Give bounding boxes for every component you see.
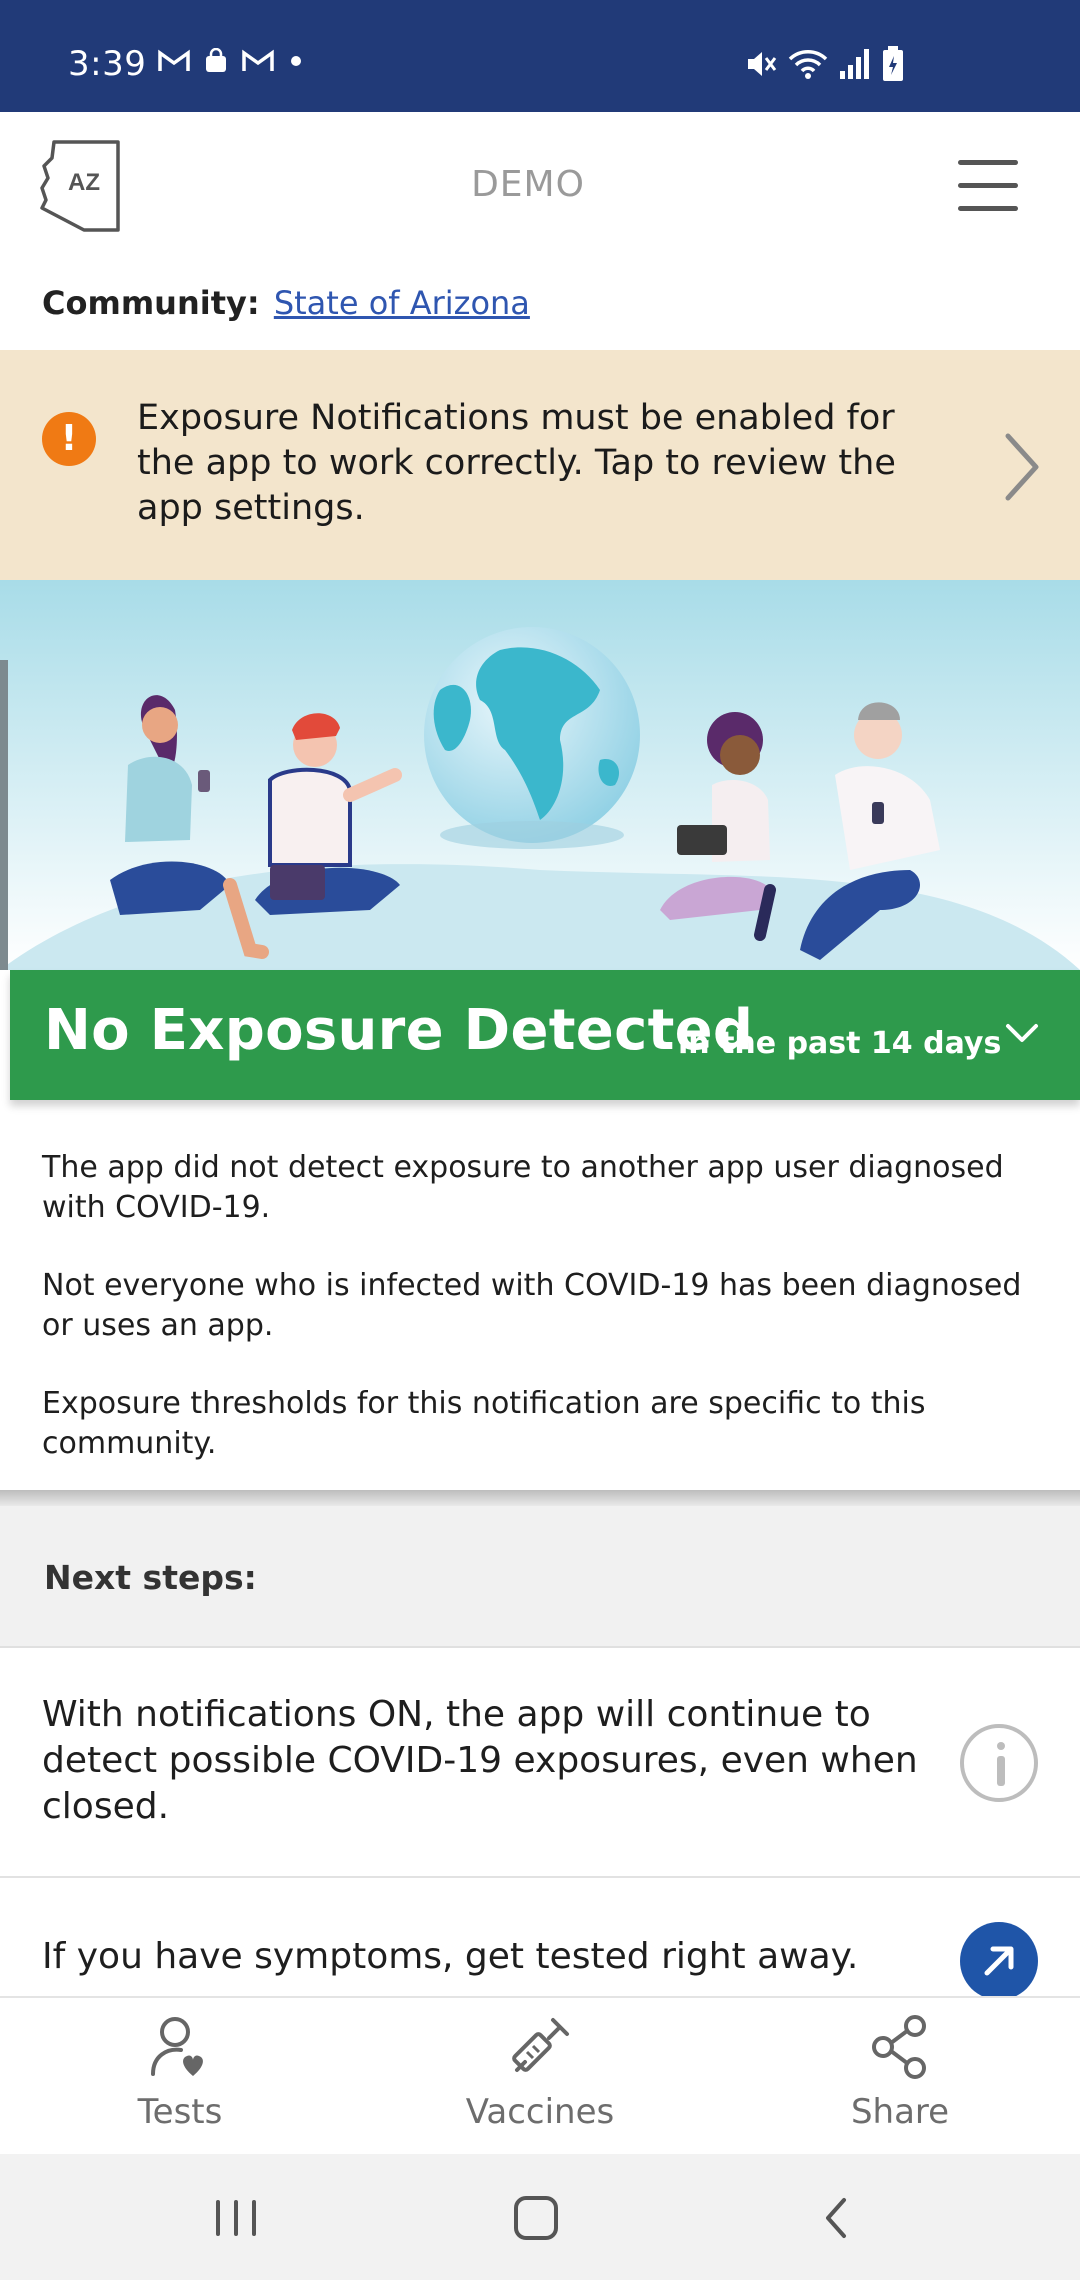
exposure-settings-banner[interactable]: ! Exposure Notifications must be enabled… xyxy=(0,350,1080,580)
tab-vaccines[interactable]: Vaccines xyxy=(420,2014,660,2132)
tab-tests[interactable]: Tests xyxy=(60,2014,300,2132)
tab-label: Vaccines xyxy=(465,2092,615,2132)
tab-label: Tests xyxy=(137,2092,223,2132)
system-icons xyxy=(744,46,904,82)
warning-icon: ! xyxy=(42,412,96,466)
tab-label: Share xyxy=(850,2092,950,2132)
community-link[interactable]: State of Arizona xyxy=(274,284,530,322)
info-icon[interactable] xyxy=(960,1724,1038,1802)
notification-icons xyxy=(158,48,304,74)
person-heart-icon xyxy=(151,2017,203,2076)
signal-icon xyxy=(840,49,869,79)
wifi-icon xyxy=(788,50,828,79)
battery-icon xyxy=(883,46,903,81)
status-time: 3:39 xyxy=(68,44,147,84)
mute-icon xyxy=(748,52,777,76)
back-icon[interactable] xyxy=(808,2190,868,2246)
hamburger-menu-icon[interactable] xyxy=(958,160,1018,212)
gmail-icon xyxy=(242,49,274,71)
next-steps-header: Next steps: xyxy=(0,1506,1080,1648)
syringe-icon xyxy=(512,2018,569,2072)
description-paragraph: The app did not detect exposure to anoth… xyxy=(42,1150,1004,1225)
exposure-description: The app did not detect exposure to anoth… xyxy=(42,1148,1042,1502)
recent-apps-icon[interactable] xyxy=(206,2190,266,2246)
next-step-item[interactable]: If you have symptoms, get tested right a… xyxy=(0,1878,1080,1998)
share-icon xyxy=(872,2015,926,2079)
system-status-bar: 3:39 xyxy=(0,0,1080,112)
bottom-tab-bar: Tests Vaccines Share xyxy=(0,1996,1080,2154)
community-label: Community: xyxy=(42,284,260,322)
description-paragraph: Exposure thresholds for this notificatio… xyxy=(42,1386,926,1461)
external-arrow-icon[interactable] xyxy=(960,1922,1038,1998)
community-line: Community: State of Arizona xyxy=(42,284,530,322)
app-header: AZ DEMO xyxy=(0,112,1080,262)
banner-message: Exposure Notifications must be enabled f… xyxy=(137,398,896,528)
dot-icon xyxy=(291,56,301,66)
description-paragraph: Not everyone who is infected with COVID-… xyxy=(42,1268,1022,1343)
community-illustration xyxy=(0,580,1080,970)
page-title: DEMO xyxy=(471,164,585,205)
system-navigation-bar xyxy=(0,2154,1080,2280)
chevron-right-icon xyxy=(1005,433,1039,501)
exposure-headline: No Exposure Detected xyxy=(44,998,754,1063)
next-step-text: With notifications ON, the app will cont… xyxy=(42,1694,918,1827)
next-step-text: If you have symptoms, get tested right a… xyxy=(42,1936,859,1977)
home-icon[interactable] xyxy=(506,2190,566,2246)
gmail-icon xyxy=(158,49,190,71)
chevron-down-icon xyxy=(1006,1024,1038,1042)
tab-share[interactable]: Share xyxy=(780,2014,1020,2132)
next-step-item[interactable]: With notifications ON, the app will cont… xyxy=(0,1648,1080,1878)
exposure-status-toggle[interactable]: No Exposure Detected in the past 14 days xyxy=(10,970,1080,1100)
next-steps-title: Next steps: xyxy=(44,1558,257,1597)
exposure-qualifier: in the past 14 days xyxy=(678,1026,1002,1061)
bag-icon xyxy=(206,48,226,72)
